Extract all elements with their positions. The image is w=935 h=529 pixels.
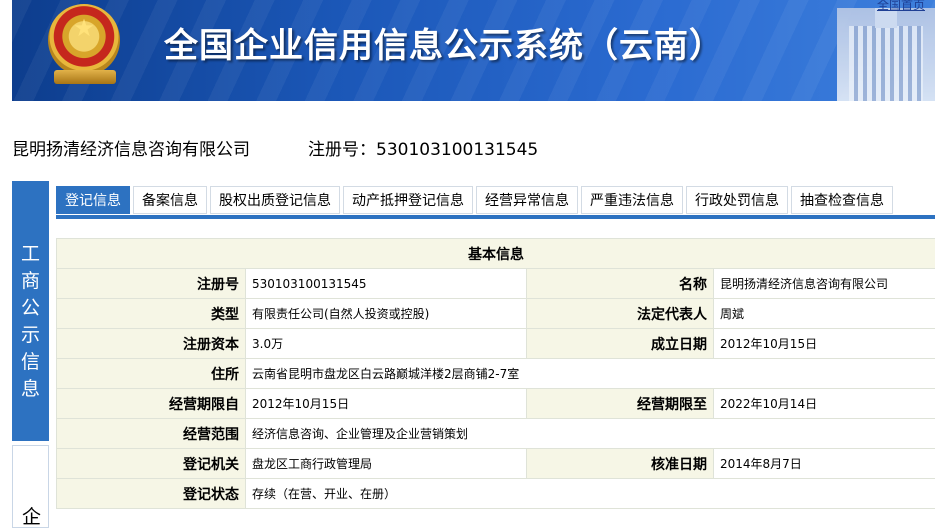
table-row: 经营范围 经济信息咨询、企业管理及企业营销策划 <box>57 419 935 449</box>
emblem-star-icon: ★ <box>70 14 98 42</box>
tab-serious-violation[interactable]: 严重违法信息 <box>581 186 683 214</box>
sidebar2-label: 企 <box>13 502 50 529</box>
reg-number: 530103100131545 <box>376 140 538 160</box>
table-row: 类型 有限责任公司(自然人投资或控股) 法定代表人 周斌 <box>57 299 935 329</box>
emblem-base <box>54 70 116 84</box>
tab-administrative-penalty[interactable]: 行政处罚信息 <box>686 186 788 214</box>
tab-spot-check[interactable]: 抽查检查信息 <box>791 186 893 214</box>
table-title: 基本信息 <box>57 239 935 269</box>
header-banner: ★ 全国企业信用信息公示系统（云南） 全国首页 <box>12 0 935 101</box>
tab-equity-pledge[interactable]: 股权出质登记信息 <box>210 186 340 214</box>
table-row: 登记状态 存续（在营、开业、在册） <box>57 479 935 509</box>
table-row: 注册资本 3.0万 成立日期 2012年10月15日 <box>57 329 935 359</box>
tab-chattel-mortgage[interactable]: 动产抵押登记信息 <box>343 186 473 214</box>
building-image <box>837 8 935 101</box>
basic-info-table: 基本信息 注册号 530103100131545 名称 昆明扬清经济信息咨询有限… <box>56 238 935 509</box>
table-row: 登记机关 盘龙区工商行政管理局 核准日期 2014年8月7日 <box>57 449 935 479</box>
company-summary: 昆明扬清经济信息咨询有限公司 注册号：530103100131545 <box>12 135 538 160</box>
tab-registration-info[interactable]: 登记信息 <box>56 186 130 214</box>
home-link[interactable]: 全国首页 <box>877 0 925 13</box>
tab-abnormal-operation[interactable]: 经营异常信息 <box>476 186 578 214</box>
tab-bar: 登记信息备案信息股权出质登记信息动产抵押登记信息经营异常信息严重违法信息行政处罚… <box>56 186 896 216</box>
table-row: 注册号 530103100131545 名称 昆明扬清经济信息咨询有限公司 <box>57 269 935 299</box>
table-row: 住所 云南省昆明市盘龙区白云路巅城洋楼2层商铺2-7室 <box>57 359 935 389</box>
sidebar-label: 工 商 公 示 信 息 <box>12 241 49 403</box>
sidebar-industry-commerce-publicity[interactable]: 工 商 公 示 信 息 <box>12 181 49 441</box>
sidebar-enterprise-publicity[interactable]: 企 <box>12 445 49 528</box>
tab-underline <box>56 215 935 219</box>
table-row: 经营期限自 2012年10月15日 经营期限至 2022年10月14日 <box>57 389 935 419</box>
site-title: 全国企业信用信息公示系统（云南） <box>164 18 724 67</box>
company-name: 昆明扬清经济信息咨询有限公司 <box>12 140 250 160</box>
tab-filing-info[interactable]: 备案信息 <box>133 186 207 214</box>
reg-label: 注册号： <box>308 140 376 160</box>
